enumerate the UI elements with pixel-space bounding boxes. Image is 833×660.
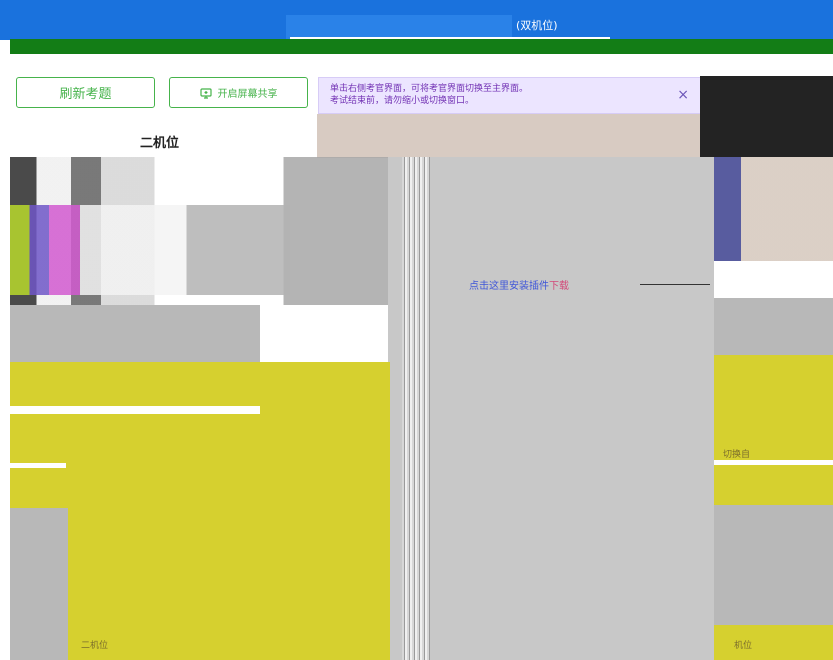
main-content-area (388, 157, 714, 660)
right-status-area (714, 298, 833, 355)
yellow-panel-middle (260, 362, 390, 660)
secondary-camera-title: 二机位 (140, 136, 180, 151)
refresh-question-button[interactable]: 刷新考题 (16, 77, 155, 108)
screen-share-icon (199, 87, 212, 99)
camera-feed-glitch (10, 205, 290, 295)
download-underline (640, 284, 710, 285)
scroll-artifact (402, 157, 430, 660)
left-divider (10, 406, 260, 414)
screen-share-button[interactable]: 开启屏幕共享 (169, 77, 308, 108)
bottom-left-label: 二机位 (81, 641, 109, 651)
status-bar (10, 39, 833, 54)
plugin-download-text: 点击这里安装插件 (469, 281, 549, 292)
notice-banner: 单击右侧考官界面，可将考官界面切换至主界面。 考试结束前，请勿缩小或切换窗口。 … (318, 77, 702, 114)
notice-line-1: 单击右侧考官界面，可将考官界面切换至主界面。 (330, 84, 529, 94)
plugin-download-prompt: 点击这里安装插件下载 (469, 277, 569, 292)
right-panel-label: 切换自 (723, 450, 751, 460)
left-status-area (10, 305, 260, 362)
exam-window: (双机位) 刷新考题 开启屏幕共享 二机位 单击右侧考官界面，可将考官界面切换至… (0, 0, 833, 660)
page-title (286, 15, 512, 39)
bottom-right-label: 机位 (734, 641, 753, 651)
notice-line-2: 考试结束前，请勿缩小或切换窗口。 (330, 96, 475, 106)
right-divider (714, 460, 833, 465)
screen-share-label: 开启屏幕共享 (217, 89, 278, 100)
right-preview (714, 505, 833, 625)
close-icon[interactable]: × (677, 88, 689, 102)
page-title-suffix: (双机位) (516, 19, 558, 32)
left-preview (10, 508, 68, 660)
download-link[interactable]: 下载 (549, 281, 569, 292)
examiner-view[interactable] (700, 76, 833, 157)
camera-view (317, 114, 700, 158)
left-divider-small (10, 463, 66, 468)
